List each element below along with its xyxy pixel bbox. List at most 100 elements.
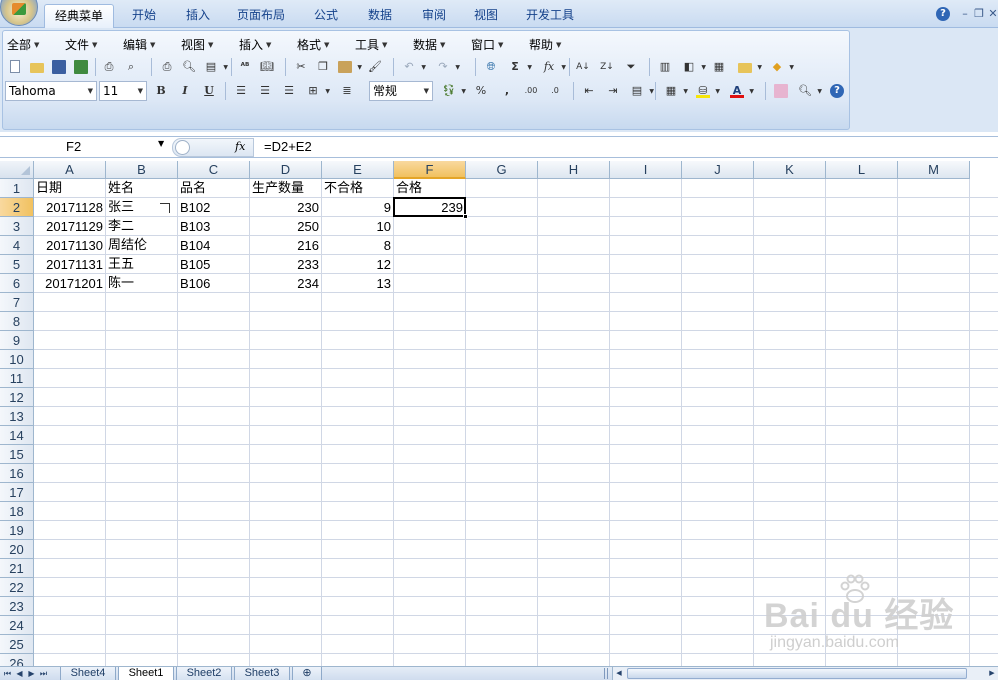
cell-b6[interactable]: 陈一	[106, 274, 177, 293]
tab-page-layout[interactable]: 页面布局	[230, 4, 292, 28]
cell-c4[interactable]: B104	[178, 236, 249, 255]
bold-button[interactable]: B	[151, 81, 171, 101]
percent-button[interactable]: %	[471, 81, 491, 101]
permission-button[interactable]	[71, 57, 91, 77]
grid-button[interactable]: ▦	[709, 57, 729, 77]
cell-d6[interactable]: 234	[250, 274, 321, 293]
sheet-tab-sheet4[interactable]: Sheet4	[60, 667, 116, 680]
save-button[interactable]	[49, 57, 69, 77]
hyperlink-button[interactable]: 🌐︎	[481, 57, 501, 77]
row-header-6[interactable]: 6	[0, 274, 34, 293]
open-button[interactable]	[27, 57, 47, 77]
tab-view[interactable]: 视图	[464, 4, 508, 28]
row-header-24[interactable]: 24	[0, 616, 34, 635]
chevron-down-icon[interactable]: ▼	[158, 139, 164, 148]
close-icon[interactable]: ✕	[986, 7, 998, 21]
help-button[interactable]: ?	[827, 81, 847, 101]
formula-input[interactable]: =D2+E2	[264, 137, 312, 157]
filter-button[interactable]: ⏷	[621, 57, 641, 77]
column-header-l[interactable]: L	[826, 161, 898, 179]
cell-c1[interactable]: 品名	[178, 179, 249, 198]
row-header-9[interactable]: 9	[0, 331, 34, 350]
page-setup-button[interactable]: ▤ ▼	[201, 57, 228, 77]
insert-function-button[interactable]: fx ▼	[539, 57, 566, 77]
undo-button[interactable]: ↶ ▼	[399, 57, 426, 77]
cell-a1[interactable]: 日期	[34, 179, 105, 198]
menu-edit[interactable]: 编辑 ▼	[123, 37, 155, 53]
row-header-1[interactable]: 1	[0, 179, 34, 198]
cell-c2[interactable]: B102	[178, 198, 249, 217]
scroll-right-icon[interactable]: ▶	[986, 667, 998, 680]
cell-e5[interactable]: 12	[322, 255, 393, 274]
redo-button[interactable]: ↷ ▼	[433, 57, 460, 77]
cell-a5[interactable]: 20171131	[34, 255, 105, 274]
cell-d3[interactable]: 250	[250, 217, 321, 236]
scroll-left-icon[interactable]: ◀	[613, 667, 625, 680]
column-header-e[interactable]: E	[322, 161, 394, 179]
row-header-7[interactable]: 7	[0, 293, 34, 312]
tab-home[interactable]: 开始	[122, 4, 166, 28]
prev-sheet-icon[interactable]: ◀	[14, 667, 25, 680]
row-header-18[interactable]: 18	[0, 502, 34, 521]
menu-help[interactable]: 帮助 ▼	[529, 37, 561, 53]
row-header-8[interactable]: 8	[0, 312, 34, 331]
paste-button[interactable]: ▼	[335, 57, 362, 77]
folder-button[interactable]: ▼	[735, 57, 762, 77]
find-button[interactable]: 🔍︎ ▼	[795, 81, 822, 101]
row-header-20[interactable]: 20	[0, 540, 34, 559]
cell-b5[interactable]: 王五	[106, 255, 177, 274]
print-preview-button[interactable]: ⎙	[99, 57, 119, 77]
cell-e1[interactable]: 不合格	[322, 179, 393, 198]
drawing-button[interactable]: ◧ ▼	[679, 57, 706, 77]
cell-c3[interactable]: B103	[178, 217, 249, 236]
tab-developer[interactable]: 开发工具	[518, 4, 582, 28]
row-header-10[interactable]: 10	[0, 350, 34, 369]
menu-data[interactable]: 数据 ▼	[413, 37, 445, 53]
next-sheet-icon[interactable]: ▶	[26, 667, 37, 680]
help-icon[interactable]: ?	[936, 7, 950, 21]
menu-tools[interactable]: 工具 ▼	[355, 37, 387, 53]
cell-e6[interactable]: 13	[322, 274, 393, 293]
fill-color-button[interactable]: ⛁ ▼	[693, 81, 720, 101]
column-header-h[interactable]: H	[538, 161, 610, 179]
insert-sheet-button[interactable]: ⊕	[292, 667, 322, 680]
row-header-19[interactable]: 19	[0, 521, 34, 540]
column-header-b[interactable]: B	[106, 161, 178, 179]
cut-button[interactable]: ✂	[291, 57, 311, 77]
align-right-button[interactable]: ☰	[279, 81, 299, 101]
restore-icon[interactable]: ❐	[972, 7, 986, 21]
row-header-22[interactable]: 22	[0, 578, 34, 597]
fill-handle[interactable]	[463, 214, 468, 219]
row-header-15[interactable]: 15	[0, 445, 34, 464]
decrease-decimal-button[interactable]: .0	[545, 81, 565, 101]
print-button[interactable]: ⎙	[157, 57, 177, 77]
comma-button[interactable]: ,	[497, 81, 517, 101]
cell-b3[interactable]: 李二	[106, 217, 177, 236]
row-header-12[interactable]: 12	[0, 388, 34, 407]
name-box[interactable]: F2	[0, 137, 172, 157]
increase-indent-button[interactable]: ⇥	[603, 81, 623, 101]
styles-button[interactable]	[771, 81, 791, 101]
cell-c5[interactable]: B105	[178, 255, 249, 274]
smart-tag-icon[interactable]	[160, 203, 170, 213]
sort-descending-button[interactable]: Z↓	[597, 57, 617, 77]
row-header-11[interactable]: 11	[0, 369, 34, 388]
merge-center-button[interactable]: ⊞ ▼	[303, 81, 330, 101]
select-all-button[interactable]	[0, 161, 34, 179]
sheet-tab-sheet1[interactable]: Sheet1	[118, 667, 174, 680]
row-header-17[interactable]: 17	[0, 483, 34, 502]
borders-button[interactable]: ▦ ▼	[661, 81, 688, 101]
cell-d4[interactable]: 216	[250, 236, 321, 255]
cell-d2[interactable]: 230	[250, 198, 321, 217]
menu-format[interactable]: 格式 ▼	[297, 37, 329, 53]
column-header-i[interactable]: I	[610, 161, 682, 179]
font-color-button[interactable]: A ▼	[727, 81, 754, 101]
expand-icon[interactable]	[175, 140, 190, 155]
column-header-f[interactable]: F	[394, 161, 466, 179]
menu-file[interactable]: 文件 ▼	[65, 37, 97, 53]
row-header-5[interactable]: 5	[0, 255, 34, 274]
row-header-4[interactable]: 4	[0, 236, 34, 255]
font-name-select[interactable]: Tahoma ▼	[5, 81, 97, 101]
cell-b1[interactable]: 姓名	[106, 179, 177, 198]
align-left-button[interactable]: ☰	[231, 81, 251, 101]
